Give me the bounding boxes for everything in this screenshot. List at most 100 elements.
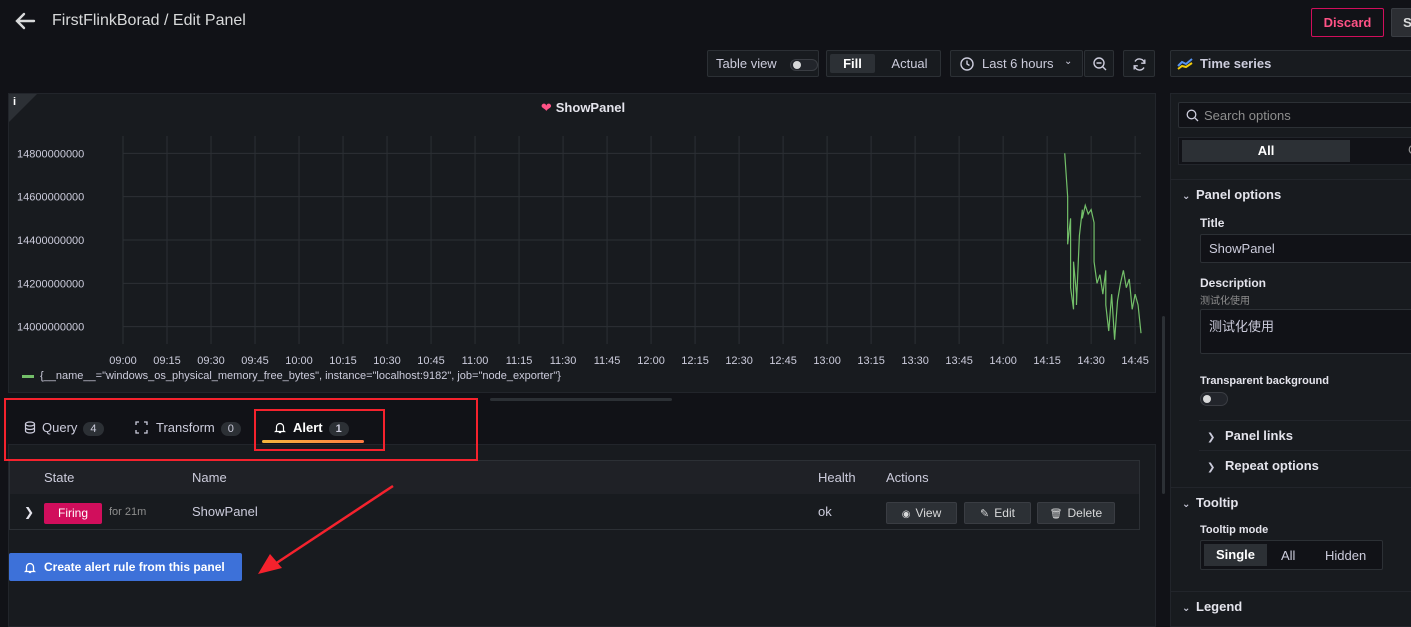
x-tick-label: 09:15 [153, 355, 181, 367]
fill-option[interactable]: Fill [830, 54, 875, 73]
y-tick-label: 14400000000 [17, 235, 84, 247]
zoom-out-button[interactable] [1084, 50, 1114, 77]
title-label: Title [1200, 216, 1225, 230]
options-filter-segment: All C [1178, 137, 1411, 165]
x-tick-label: 11:15 [506, 355, 533, 367]
time-series-chart[interactable]: 14800000000 14600000000 14400000000 1420000… [9, 94, 1157, 394]
section-panel-links-label: Panel links [1225, 428, 1293, 443]
refresh-button[interactable] [1123, 50, 1155, 77]
annotation-arrow [258, 484, 394, 574]
tooltip-mode-hidden[interactable]: Hidden [1325, 548, 1366, 563]
tooltip-mode-all[interactable]: All [1281, 548, 1295, 563]
eye-icon: ◉ [901, 509, 911, 520]
time-range-label: Last 6 hours [982, 56, 1054, 71]
x-tick-label: 12:30 [725, 355, 753, 367]
x-tick-label: 13:30 [901, 355, 929, 367]
x-tick-label: 10:30 [373, 355, 401, 367]
panel-preview: i ❤ ShowPanel 14800000000 14600000000 14400… [8, 93, 1156, 393]
x-tick-label: 14:30 [1077, 355, 1105, 367]
table-header: State Name Health Actions [10, 461, 1139, 494]
y-tick-label: 14200000000 [17, 278, 84, 290]
create-alert-rule-label: Create alert rule from this panel [44, 560, 225, 574]
top-bar: FirstFlinkBorad / Edit Panel Discard S [0, 0, 1411, 44]
description-textarea[interactable]: 测试化使用 [1200, 309, 1411, 354]
x-tick-label: 14:15 [1033, 355, 1061, 367]
x-tick-label: 11:00 [462, 355, 489, 367]
filter-all[interactable]: All [1182, 140, 1350, 162]
chevron-right-icon: ❯ [1207, 462, 1216, 473]
transparent-background-switch[interactable] [1200, 392, 1228, 406]
clock-icon [960, 57, 974, 71]
y-tick-label: 14800000000 [17, 148, 84, 160]
chevron-down-icon: ⌄ [1182, 499, 1191, 510]
legend-color-swatch [22, 374, 34, 378]
edit-button[interactable]: ✎ Edit [964, 502, 1031, 524]
legend-label: {__name__="windows_os_physical_memory_fr… [40, 370, 561, 382]
x-tick-label: 13:45 [945, 355, 973, 367]
search-options-input[interactable]: Search options [1178, 102, 1411, 128]
tooltip-mode-segment: Single All Hidden [1200, 540, 1383, 570]
x-tick-label: 09:45 [241, 355, 269, 367]
discard-button[interactable]: Discard [1311, 8, 1384, 37]
x-tick-label: 10:45 [417, 355, 445, 367]
table-view-switch[interactable] [790, 59, 818, 71]
table-view-label: Table view [716, 56, 777, 71]
y-tick-label: 14600000000 [17, 192, 84, 204]
header-name: Name [192, 470, 227, 485]
x-tick-label: 12:45 [769, 355, 797, 367]
table-view-toggle[interactable]: Table view [707, 50, 819, 77]
section-panel-options-label: Panel options [1196, 187, 1282, 202]
chevron-down-icon: ⌄ [1182, 603, 1191, 614]
description-value: 测试化使用 [1209, 319, 1275, 334]
actual-option[interactable]: Actual [882, 54, 937, 73]
edit-label: Edit [994, 506, 1015, 520]
x-tick-label: 09:30 [197, 355, 225, 367]
alert-rules-table: State Name Health Actions ❯ Firing for 2… [9, 460, 1140, 530]
header-state: State [44, 470, 75, 485]
section-repeat-options[interactable]: ❯ Repeat options [1207, 458, 1319, 473]
section-panel-links[interactable]: ❯ Panel links [1207, 428, 1293, 443]
breadcrumb: FirstFlinkBorad / Edit Panel [52, 12, 246, 29]
time-range-picker[interactable]: Last 6 hours ⌄ [950, 50, 1083, 77]
description-label: Description [1200, 276, 1267, 290]
expand-chevron-icon[interactable]: ❯ [24, 505, 34, 519]
chart-legend[interactable]: {__name__="windows_os_physical_memory_fr… [22, 370, 561, 382]
x-tick-label: 14:00 [989, 355, 1017, 367]
delete-label: Delete [1067, 506, 1103, 520]
delete-button[interactable]: 🗑 Delete [1037, 502, 1115, 524]
refresh-icon [1133, 58, 1146, 71]
alert-name: ShowPanel [192, 504, 258, 519]
chevron-right-icon: ❯ [1207, 432, 1216, 443]
header-health: Health [818, 470, 856, 485]
search-placeholder: Search options [1204, 108, 1291, 123]
section-legend-label: Legend [1196, 599, 1243, 614]
arrow-left-icon[interactable] [14, 10, 36, 32]
create-alert-rule-button[interactable]: Create alert rule from this panel [9, 553, 242, 581]
horizontal-resize-handle[interactable] [490, 398, 672, 401]
divider [1199, 450, 1411, 451]
annotation-box-alert-tab [254, 409, 385, 451]
fill-actual-group: Fill Actual [826, 50, 941, 77]
vertical-scrollbar[interactable] [1162, 316, 1165, 494]
divider [1199, 420, 1411, 421]
view-button[interactable]: ◉ View [886, 502, 957, 524]
transparent-background-label: Transparent background [1200, 375, 1329, 387]
section-legend[interactable]: ⌄ Legend [1182, 599, 1242, 614]
tooltip-mode-single[interactable]: Single [1204, 544, 1267, 566]
time-series-icon [1177, 58, 1193, 70]
chevron-down-icon: ⌄ [1182, 191, 1191, 202]
chevron-down-icon: ⌄ [1064, 56, 1073, 67]
visualization-picker[interactable]: Time series [1170, 50, 1411, 77]
description-hint: 测试化使用 [1200, 296, 1250, 307]
save-button[interactable]: S [1391, 8, 1411, 37]
trash-icon: 🗑 [1049, 509, 1063, 520]
divider [1171, 179, 1411, 180]
title-value: ShowPanel [1209, 241, 1275, 256]
x-tick-label: 11:45 [594, 355, 621, 367]
section-tooltip[interactable]: ⌄ Tooltip [1182, 495, 1238, 510]
view-label: View [915, 506, 942, 520]
divider [1171, 591, 1411, 592]
title-input[interactable]: ShowPanel [1200, 234, 1411, 263]
section-panel-options[interactable]: ⌄ Panel options [1182, 187, 1281, 202]
section-tooltip-label: Tooltip [1196, 495, 1239, 510]
